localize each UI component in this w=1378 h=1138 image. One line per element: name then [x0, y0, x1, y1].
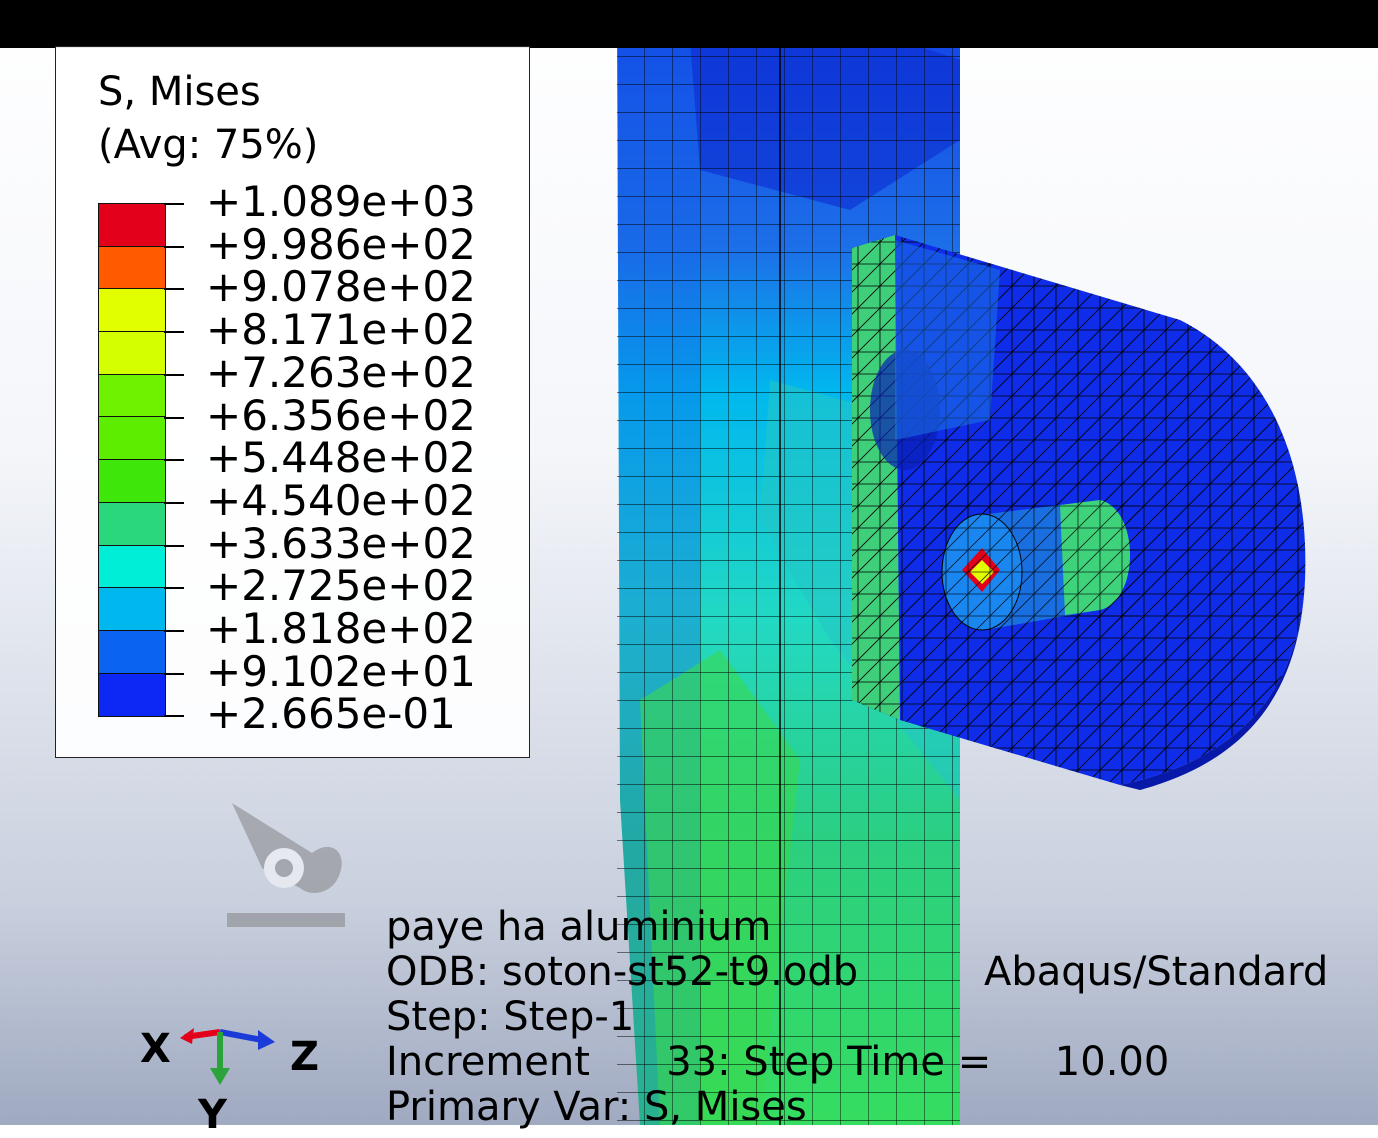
legend-tick-mark [164, 331, 184, 334]
color-swatch [99, 545, 165, 589]
y-axis-label: Y [198, 1092, 227, 1138]
legend-tick-mark [164, 630, 184, 632]
legend-tick-mark [164, 715, 184, 718]
legend-value-label: +2.665e-01 [206, 689, 456, 739]
step-name: Step: Step-1 [386, 994, 635, 1040]
color-swatch [99, 673, 165, 717]
legend-value-label: +7.263e+02 [206, 347, 476, 397]
viewport-info-text: paye ha aluminium ODB: soton-st52-t9.odb… [386, 904, 1328, 1130]
pin-mesh [940, 500, 1140, 631]
legend-value-label: +6.356e+02 [206, 390, 476, 440]
legend-tick-mark [164, 459, 184, 462]
color-swatch [99, 374, 165, 418]
legend-value-label: +1.818e+02 [206, 604, 476, 653]
legend-averaging: (Avg: 75%) [98, 122, 319, 168]
color-swatch [99, 460, 165, 503]
legend-tick-mark [164, 373, 184, 376]
primary-variable: Primary Var: S, Mises [386, 1084, 807, 1130]
color-swatch [99, 630, 165, 674]
legend-tick-mark [164, 672, 184, 675]
legend-tick-mark [164, 288, 184, 291]
color-swatch [99, 417, 165, 461]
legend-value-label: +9.078e+02 [206, 262, 476, 312]
legend-value-label: +2.725e+02 [206, 561, 476, 611]
legend-tick-mark [164, 544, 184, 547]
legend-tick-mark [164, 203, 184, 205]
x-axis-label: X [140, 1026, 171, 1072]
legend-tick-mark [164, 416, 184, 419]
color-swatch [99, 204, 165, 247]
color-swatch [99, 502, 165, 546]
legend-value-label: +1.089e+03 [206, 177, 476, 226]
solver-name: Abaqus/Standard [984, 949, 1329, 995]
stress-legend: S, Mises (Avg: 75%) +1.089e+03 +9.986e+02… [55, 46, 530, 758]
legend-value-label: +8.171e+02 [206, 305, 476, 355]
legend-value-label: +4.540e+02 [206, 475, 476, 525]
legend-value-label: +3.633e+02 [206, 518, 476, 568]
legend-tick-mark [164, 245, 184, 248]
color-swatch [99, 588, 165, 631]
color-swatch [99, 289, 165, 333]
legend-title: S, Mises [98, 69, 261, 115]
legend-value-label: +9.102e+01 [206, 646, 476, 696]
window-top-bar [0, 0, 1378, 48]
model-title: paye ha aluminium [386, 904, 772, 950]
legend-tick-mark [164, 587, 184, 590]
increment-info: Increment 33: Step Time = 10.00 [386, 1039, 1170, 1085]
legend-value-label: +9.986e+02 [206, 219, 476, 269]
color-scale-bar [98, 203, 166, 718]
watermark-logo-icon [227, 803, 345, 927]
z-axis-label: Z [290, 1034, 320, 1080]
legend-tick-mark [164, 501, 184, 504]
axis-triad: X Z Y [140, 1012, 330, 1138]
color-swatch [99, 246, 165, 290]
legend-value-label: +5.448e+02 [206, 433, 476, 483]
color-swatch [99, 332, 165, 375]
